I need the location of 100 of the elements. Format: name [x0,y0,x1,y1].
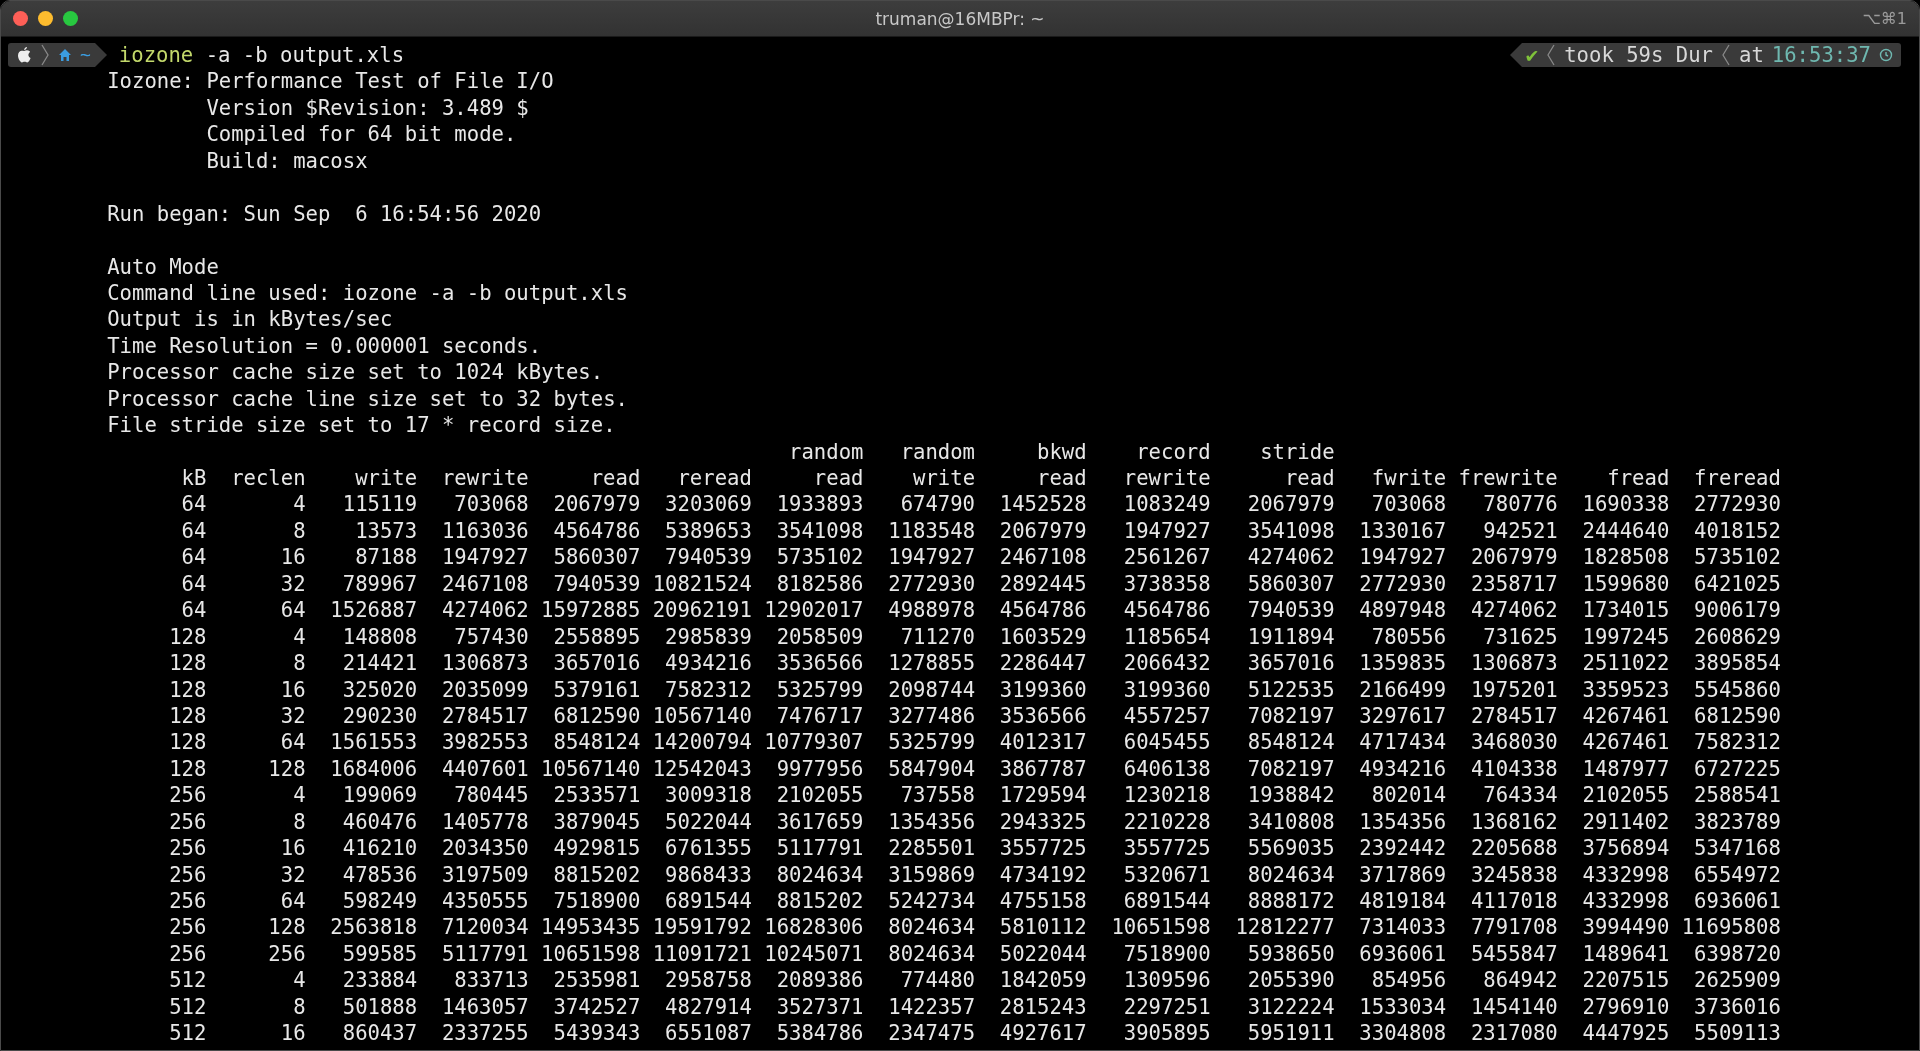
table-cell: 1368162 [1470,809,1558,834]
table-cell: 12812277 [1235,915,1335,940]
table-cell: 5022044 [665,809,752,834]
table-cell: 8888172 [1247,889,1335,913]
table-cell: 10567140 [541,756,641,781]
table-cell: 20962191 [652,598,752,623]
table-cell: 5325799 [776,677,864,702]
table-cell: 1734015 [1582,598,1670,623]
table-cell: 8 [293,994,306,1019]
table-cell: 2035099 [441,677,529,702]
table-cell: 115119 [342,492,418,517]
table-cell: 16 [280,836,306,861]
column-header: freread [1694,466,1781,490]
output-line: Version $Revision: 3.489 $ [206,95,529,120]
table-cell: 1526887 [330,598,418,623]
table-cell: 599585 [342,941,418,966]
table-cell: 5509113 [1694,1021,1781,1046]
column-header: fwrite [1371,466,1447,490]
table-cell: 128 [169,651,207,676]
table-cell: 5022044 [999,941,1087,966]
table-cell: 2958758 [665,968,752,993]
table-cell: 3867787 [999,756,1087,781]
table-cell: 4332998 [1582,889,1670,913]
table-cell: 2102055 [1582,783,1670,808]
table-cell: 4407601 [441,756,529,781]
table-cell: 1842059 [999,968,1087,993]
table-cell: 2784517 [1470,703,1558,728]
table-cell: 6761355 [665,836,752,861]
table-cell: 32 [280,703,306,728]
table-cell: 3717869 [1359,862,1447,887]
table-cell: 703068 [1371,492,1447,517]
table-cell: 6406138 [1123,756,1211,781]
table-cell: 780556 [1371,624,1447,649]
table-cell: 3199360 [999,677,1087,702]
table-cell: 2058509 [776,624,864,649]
table-cell: 5810112 [999,915,1087,940]
table-cell: 4734192 [999,862,1087,887]
table-cell: 8815202 [553,862,641,887]
window-title: truman@16MBPr: ~ [875,8,1045,29]
table-cell: 1938842 [1247,783,1335,808]
table-cell: 1533034 [1359,994,1447,1019]
table-cell: 16828306 [764,915,864,940]
table-cell: 3541098 [1247,518,1335,543]
table-cell: 3742527 [553,994,641,1019]
table-cell: 5325799 [888,730,976,755]
table-cell: 8024634 [888,941,976,966]
table-cell: 1330167 [1359,518,1447,543]
table-cell: 2563818 [330,915,418,940]
table-cell: 64 [181,492,207,517]
home-icon [58,48,72,63]
table-cell: 128 [169,756,207,781]
table-cell: 2067979 [1470,545,1558,570]
table-cell: 774480 [900,968,976,993]
table-cell: 2207515 [1582,968,1670,993]
table-cell: 3657016 [553,651,641,676]
table-cell: 8024634 [1247,862,1335,887]
table-cell: 3245838 [1470,862,1558,887]
chevron-separator-icon [40,44,50,67]
output-line: Auto Mode [107,254,219,279]
table-cell: 2561267 [1123,545,1211,570]
table-cell: 4447925 [1582,1021,1670,1046]
table-cell: 11091721 [652,941,752,966]
table-cell: 4117018 [1470,889,1558,913]
table-cell: 4012317 [999,730,1087,755]
table-cell: 4018152 [1694,518,1781,543]
zoom-button[interactable] [63,11,78,26]
table-cell: 2943325 [999,809,1087,834]
minimize-button[interactable] [38,11,53,26]
table-cell: 6554972 [1694,862,1781,887]
output-line: Processor cache size set to 1024 kBytes. [107,360,604,385]
table-cell: 6045455 [1123,730,1211,755]
table-cell: 7082197 [1247,703,1335,728]
close-button[interactable] [13,11,28,26]
table-cell: 6812590 [553,703,641,728]
table-cell: 325020 [342,677,418,702]
table-cell: 416210 [342,836,418,861]
table-cell: 2772930 [1359,571,1447,596]
table-cell: 478536 [342,862,418,887]
table-cell: 2067979 [553,492,641,517]
table-cell: 1729594 [999,783,1087,808]
table-cell: 1997245 [1582,624,1670,649]
table-cell: 148808 [342,624,418,649]
table-cell: 2205688 [1470,836,1558,861]
table-cell: 1684006 [330,756,418,781]
table-cell: 1599680 [1582,571,1670,596]
table-cell: 1690338 [1582,492,1670,517]
table-cell: 5347168 [1694,836,1781,861]
table-cell: 16 [280,677,306,702]
table-cell: 5122535 [1247,677,1335,702]
table-cell: 2286447 [999,651,1087,676]
table-cell: 1603529 [999,624,1087,649]
current-directory: ~ [80,43,91,67]
table-cell: 780445 [454,783,529,808]
table-cell: 1083249 [1123,492,1211,517]
table-cell: 737558 [900,783,976,808]
table-cell: 8548124 [1247,730,1335,755]
table-cell: 833713 [454,968,529,993]
table-cell: 14200794 [652,730,752,755]
table-cell: 3756894 [1582,836,1670,861]
table-cell: 64 [181,598,207,623]
